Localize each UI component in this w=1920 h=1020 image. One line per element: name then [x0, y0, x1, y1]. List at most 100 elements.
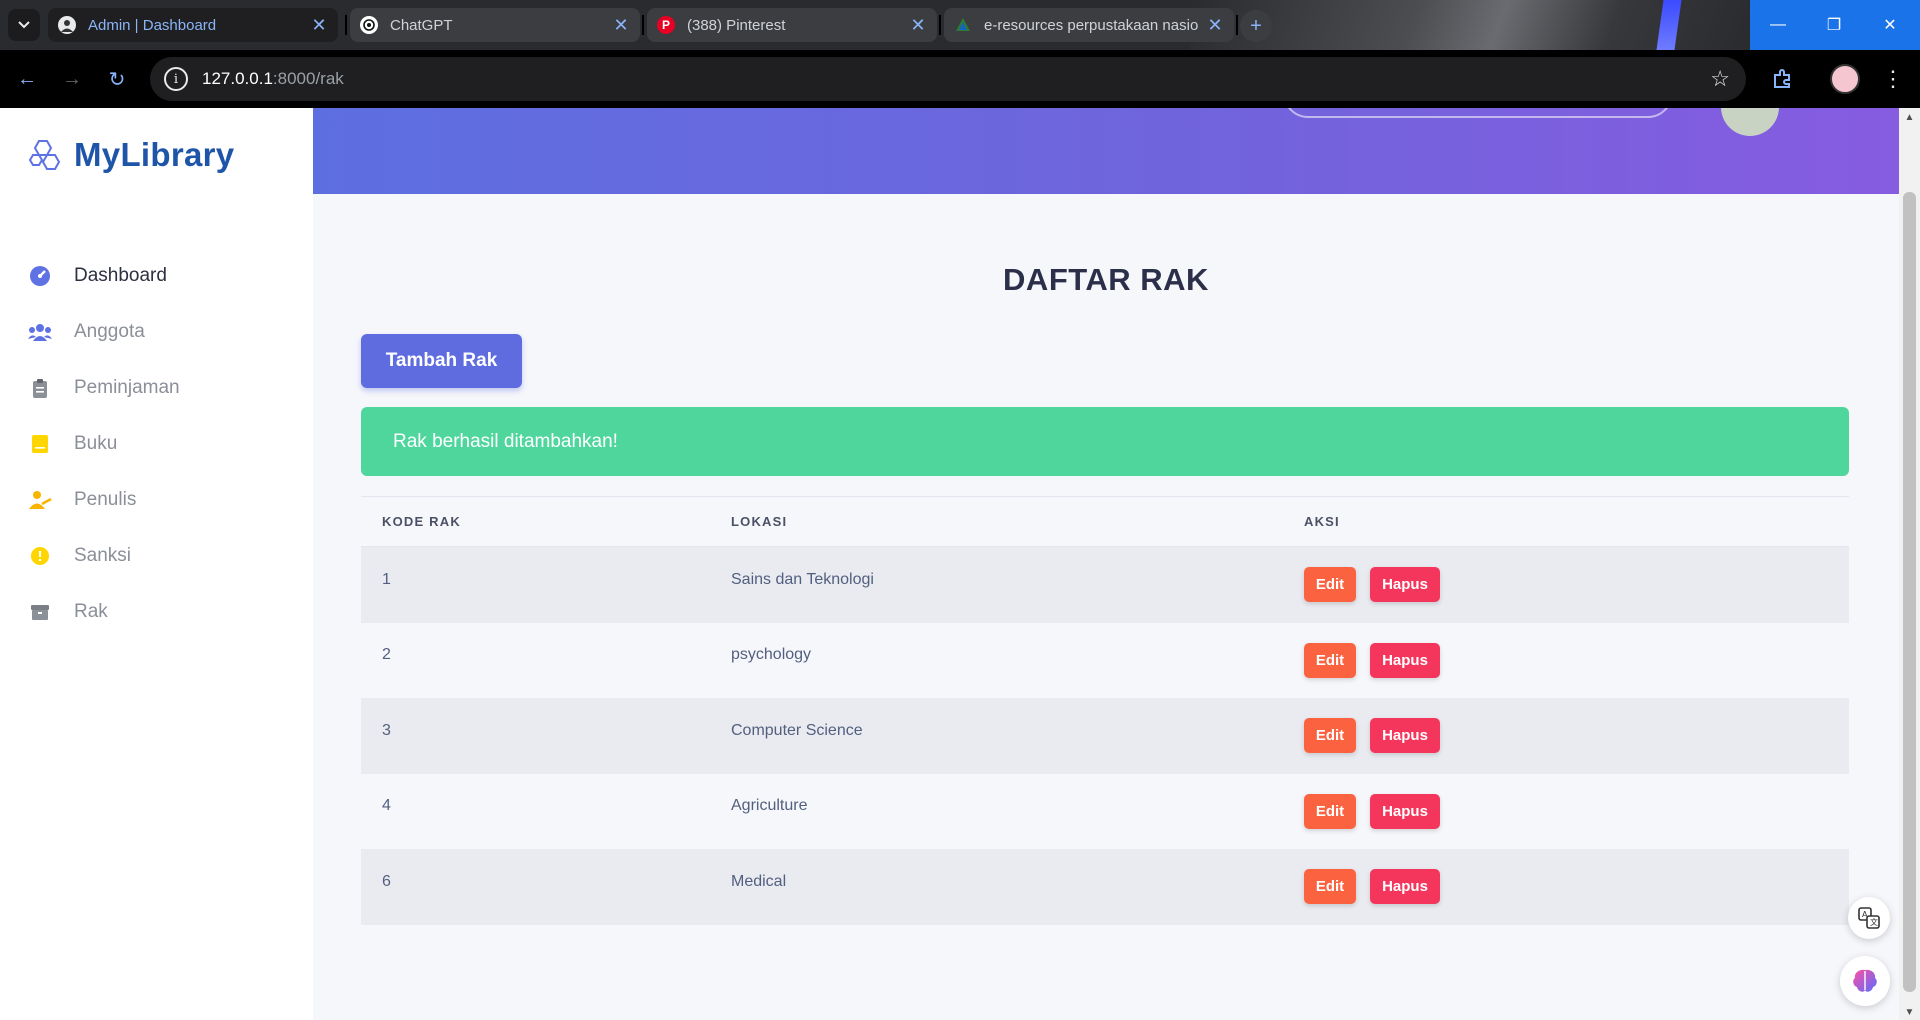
close-icon[interactable]: ✕	[612, 15, 630, 36]
scroll-thumb[interactable]	[1903, 192, 1916, 992]
header-search-field[interactable]	[1283, 108, 1673, 118]
sidebar-item-sanksi[interactable]: Sanksi	[0, 528, 313, 584]
edit-button[interactable]: Edit	[1304, 718, 1356, 754]
sidebar-item-label: Sanksi	[74, 545, 132, 566]
close-icon[interactable]: ✕	[310, 15, 328, 36]
sidebar-item-label: Anggota	[74, 321, 145, 342]
edit-button[interactable]: Edit	[1304, 793, 1356, 829]
tab-title: Admin | Dashboard	[88, 16, 217, 34]
url-host: 127.0.0.1	[202, 69, 273, 88]
sidebar-item-label: Peminjaman	[74, 377, 180, 398]
scroll-down-icon[interactable]: ▼	[1899, 1007, 1920, 1018]
delete-button[interactable]: Hapus	[1370, 793, 1440, 829]
user-hand-icon	[28, 488, 52, 512]
cell-kode: 1	[382, 570, 391, 588]
plus-icon: +	[1250, 14, 1262, 37]
tab-title: e-resources perpustakaan nasio	[984, 16, 1199, 34]
minimize-button[interactable]: —	[1750, 0, 1806, 50]
add-rak-button[interactable]: Tambah Rak	[361, 334, 522, 388]
back-button[interactable]: ←	[10, 62, 44, 96]
cell-lokasi: Sains dan Teknologi	[731, 570, 874, 588]
hexagons-logo-icon	[28, 140, 61, 170]
translate-button[interactable]: A 文	[1848, 897, 1890, 939]
cell-lokasi: Computer Science	[731, 721, 863, 739]
restore-button[interactable]: ❐	[1806, 0, 1862, 50]
browser-tab-admin[interactable]: Admin | Dashboard ✕	[48, 8, 338, 42]
delete-button[interactable]: Hapus	[1370, 642, 1440, 678]
sidebar-item-rak[interactable]: Rak	[0, 584, 313, 640]
address-bar[interactable]: i 127.0.0.1:8000/rak ☆	[150, 57, 1746, 101]
reload-button[interactable]: ↻	[100, 62, 134, 96]
brand-name: MyLibrary	[74, 136, 235, 173]
table-row: 4 Agriculture Edit Hapus	[361, 773, 1849, 849]
edit-button[interactable]: Edit	[1304, 869, 1356, 905]
tab-separator	[642, 15, 644, 35]
success-alert: Rak berhasil ditambahkan!	[361, 407, 1849, 476]
arrow-left-icon: ←	[17, 67, 37, 90]
close-icon[interactable]: ✕	[909, 15, 927, 36]
page-scrollbar[interactable]: ▲ ▼	[1899, 108, 1920, 1020]
tab-search-button[interactable]	[8, 9, 40, 41]
browser-tab-eresources[interactable]: e-resources perpustakaan nasio ✕	[944, 8, 1234, 42]
new-tab-button[interactable]: +	[1240, 10, 1272, 42]
table-row: 6 Medical Edit Hapus	[361, 849, 1849, 925]
chrome-menu-button[interactable]: ⋮	[1876, 62, 1910, 96]
forward-button[interactable]: →	[55, 62, 89, 96]
edit-button[interactable]: Edit	[1304, 642, 1356, 678]
ai-assistant-button[interactable]	[1840, 956, 1890, 1006]
close-window-button[interactable]: ✕	[1862, 0, 1918, 50]
rak-table: KODE RAK LOKASI AKSI 1 Sains dan Teknolo…	[361, 496, 1849, 925]
cell-aksi: Edit Hapus	[1304, 718, 1849, 754]
tab-title: (388) Pinterest	[687, 16, 786, 34]
sidebar-item-dashboard[interactable]: Dashboard	[0, 248, 313, 304]
top-header	[313, 108, 1899, 194]
cell-kode: 3	[382, 721, 391, 739]
sidebar-item-peminjaman[interactable]: Peminjaman	[0, 360, 313, 416]
brain-icon	[1853, 969, 1877, 992]
brand[interactable]: MyLibrary	[28, 136, 234, 174]
bookmark-star-icon[interactable]: ☆	[1710, 66, 1730, 92]
cell-aksi: Edit Hapus	[1304, 869, 1849, 905]
minimize-icon: —	[1770, 16, 1786, 33]
archive-icon	[28, 600, 52, 624]
cell-lokasi: Agriculture	[731, 797, 808, 815]
delete-button[interactable]: Hapus	[1370, 718, 1440, 754]
extensions-button[interactable]	[1765, 62, 1799, 96]
translate-icon: A 文	[1858, 907, 1880, 929]
browser-tab-pinterest[interactable]: P (388) Pinterest ✕	[647, 8, 937, 42]
main-content: DAFTAR RAK Tambah Rak Rak berhasil ditam…	[313, 194, 1899, 1020]
chevron-down-icon	[18, 21, 30, 29]
browser-tab-chatgpt[interactable]: ChatGPT ✕	[350, 8, 640, 42]
sidebar-item-buku[interactable]: Buku	[0, 416, 313, 472]
reload-icon: ↻	[108, 68, 126, 91]
profile-avatar[interactable]	[1830, 64, 1860, 94]
alert-message: Rak berhasil ditambahkan!	[393, 430, 618, 452]
cell-lokasi: Medical	[731, 872, 787, 890]
sidebar: MyLibrary Dashboard Anggota Peminjaman B…	[0, 108, 313, 1020]
browser-tab-strip: Admin | Dashboard ✕ ChatGPT ✕ P (388) Pi…	[0, 0, 1920, 50]
svg-text:文: 文	[1870, 917, 1878, 927]
eresources-favicon-icon	[954, 16, 972, 34]
alert-circle-icon	[28, 544, 52, 568]
site-info-icon[interactable]: i	[164, 67, 188, 91]
users-icon	[28, 320, 52, 344]
sidebar-item-penulis[interactable]: Penulis	[0, 472, 313, 528]
tab-separator	[1236, 15, 1238, 35]
more-vertical-icon: ⋮	[1882, 66, 1904, 91]
cell-kode: 4	[382, 797, 391, 815]
sidebar-item-label: Dashboard	[74, 265, 167, 286]
delete-button[interactable]: Hapus	[1370, 567, 1440, 603]
sidebar-item-anggota[interactable]: Anggota	[0, 304, 313, 360]
delete-button[interactable]: Hapus	[1370, 869, 1440, 905]
close-icon[interactable]: ✕	[1206, 15, 1224, 36]
user-avatar[interactable]	[1721, 108, 1779, 136]
tab-separator	[345, 15, 347, 35]
gauge-icon	[28, 264, 52, 288]
cell-aksi: Edit Hapus	[1304, 642, 1849, 678]
book-icon	[28, 432, 52, 456]
scroll-up-icon[interactable]: ▲	[1899, 112, 1920, 123]
pinterest-favicon-icon: P	[657, 16, 675, 34]
edit-button[interactable]: Edit	[1304, 567, 1356, 603]
column-header-kode: KODE RAK	[382, 514, 461, 529]
cell-kode: 2	[382, 646, 391, 664]
